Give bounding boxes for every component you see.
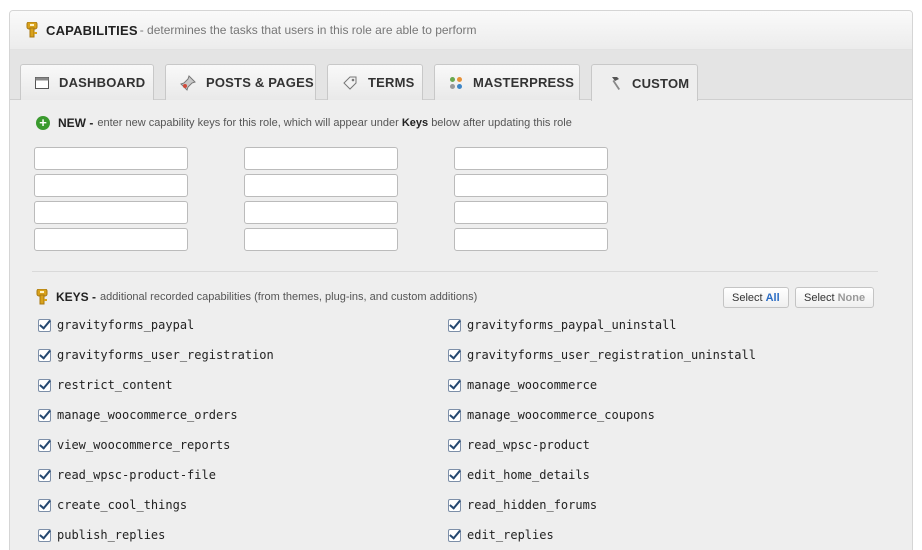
capability-item[interactable]: manage_woocommerce_coupons bbox=[448, 407, 655, 423]
new-capability-input[interactable] bbox=[454, 147, 608, 170]
checkbox[interactable] bbox=[38, 378, 51, 392]
capability-item[interactable]: restrict_content bbox=[38, 377, 173, 393]
checkbox[interactable] bbox=[38, 498, 51, 512]
tab-label: CUSTOM bbox=[632, 75, 690, 91]
new-capability-input[interactable] bbox=[244, 201, 398, 224]
new-keys-label-row: + NEW - enter new capability keys for th… bbox=[36, 116, 572, 130]
pin-icon bbox=[180, 74, 196, 91]
panel-header: CAPABILITIES - determines the tasks that… bbox=[10, 11, 912, 50]
capability-item[interactable]: manage_woocommerce_orders bbox=[38, 407, 238, 423]
checkbox[interactable] bbox=[38, 468, 51, 482]
checkbox[interactable] bbox=[448, 408, 461, 422]
tab-bar: DASHBOARD POSTS & PAGES TERMS MASTERPRES… bbox=[10, 50, 912, 101]
plus-icon: + bbox=[36, 116, 50, 130]
tab-label: TERMS bbox=[368, 75, 415, 90]
new-capability-input[interactable] bbox=[454, 174, 608, 197]
new-capability-input[interactable] bbox=[244, 228, 398, 251]
new-capability-input[interactable] bbox=[454, 201, 608, 224]
hammer-icon bbox=[612, 77, 620, 90]
capability-item[interactable]: gravityforms_paypal bbox=[38, 317, 194, 333]
checkbox[interactable] bbox=[38, 348, 51, 362]
new-capability-input[interactable] bbox=[34, 147, 188, 170]
capability-item[interactable]: edit_home_details bbox=[448, 467, 590, 483]
capability-item[interactable]: manage_woocommerce bbox=[448, 377, 597, 393]
checkbox[interactable] bbox=[448, 348, 461, 362]
panel-description: - determines the tasks that users in thi… bbox=[139, 23, 477, 37]
new-capability-input[interactable] bbox=[34, 201, 188, 224]
checkbox[interactable] bbox=[448, 528, 461, 542]
panel-title: CAPABILITIES bbox=[46, 22, 138, 38]
new-capability-input[interactable] bbox=[34, 228, 188, 251]
capability-item[interactable]: edit_replies bbox=[448, 527, 554, 543]
key-icon bbox=[36, 289, 48, 305]
checkbox[interactable] bbox=[38, 438, 51, 452]
new-capability-input[interactable] bbox=[34, 174, 188, 197]
checkbox[interactable] bbox=[38, 528, 51, 542]
capability-item[interactable]: gravityforms_user_registration_uninstall bbox=[448, 347, 756, 363]
checkbox[interactable] bbox=[448, 498, 461, 512]
checkbox[interactable] bbox=[448, 318, 461, 332]
tab-label: MASTERPRESS bbox=[473, 75, 575, 90]
tab-custom[interactable]: CUSTOM bbox=[591, 64, 698, 101]
key-icon bbox=[26, 22, 38, 38]
new-capability-input[interactable] bbox=[244, 174, 398, 197]
tab-label: POSTS & PAGES bbox=[206, 75, 314, 90]
tab-masterpress[interactable]: MASTERPRESS bbox=[434, 64, 580, 100]
capability-item[interactable]: read_wpsc-product-file bbox=[38, 467, 216, 483]
capability-item[interactable]: gravityforms_paypal_uninstall bbox=[448, 317, 677, 333]
capability-item[interactable]: view_woocommerce_reports bbox=[38, 437, 230, 453]
window-icon bbox=[35, 76, 49, 89]
select-none-button[interactable]: Select None bbox=[795, 287, 875, 308]
new-capability-input[interactable] bbox=[244, 147, 398, 170]
checkbox[interactable] bbox=[38, 408, 51, 422]
capability-item[interactable]: read_wpsc-product bbox=[448, 437, 590, 453]
tab-label: DASHBOARD bbox=[59, 75, 146, 90]
checkbox[interactable] bbox=[448, 468, 461, 482]
tab-posts-pages[interactable]: POSTS & PAGES bbox=[165, 64, 316, 100]
keys-label-row: KEYS - additional recorded capabilities … bbox=[36, 289, 477, 305]
new-label: NEW - bbox=[58, 116, 94, 130]
capabilities-panel: CAPABILITIES - determines the tasks that… bbox=[9, 10, 913, 550]
checkbox[interactable] bbox=[448, 438, 461, 452]
capability-item[interactable]: read_hidden_forums bbox=[448, 497, 597, 513]
capability-item[interactable]: publish_replies bbox=[38, 527, 165, 543]
capability-item[interactable]: create_cool_things bbox=[38, 497, 187, 513]
section-divider bbox=[32, 271, 878, 272]
checkbox[interactable] bbox=[448, 378, 461, 392]
tab-terms[interactable]: TERMS bbox=[327, 64, 423, 100]
new-description: enter new capability keys for this role,… bbox=[97, 117, 572, 129]
checkbox[interactable] bbox=[38, 318, 51, 332]
capability-item[interactable]: gravityforms_user_registration bbox=[38, 347, 274, 363]
keys-label: KEYS - bbox=[56, 290, 97, 304]
keys-description: additional recorded capabilities (from t… bbox=[100, 291, 478, 303]
tag-icon bbox=[343, 76, 357, 90]
select-all-button[interactable]: Select All bbox=[723, 287, 789, 308]
dots-icon bbox=[450, 76, 462, 89]
new-capability-input[interactable] bbox=[454, 228, 608, 251]
tab-dashboard[interactable]: DASHBOARD bbox=[20, 64, 154, 100]
